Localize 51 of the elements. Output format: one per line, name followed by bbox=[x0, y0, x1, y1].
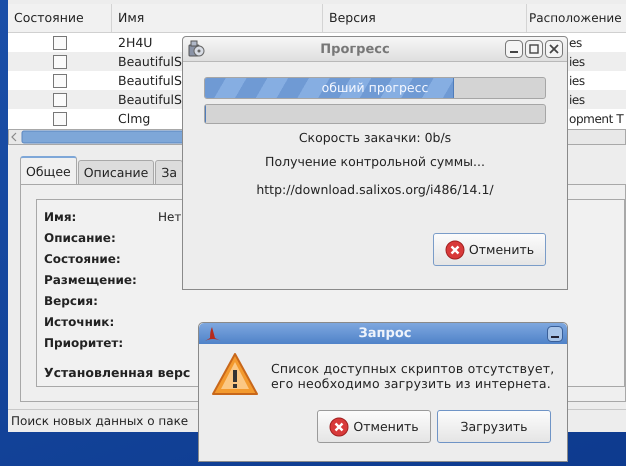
field-label: Версия: bbox=[44, 294, 99, 308]
field-label: Приоритет: bbox=[44, 336, 124, 350]
column-header[interactable]: Версия bbox=[323, 4, 527, 32]
status-text: Скорость закачки: 0b/s bbox=[298, 130, 452, 145]
table-cell: BeautifulS bbox=[118, 54, 182, 69]
table-cell: 2H4U bbox=[118, 35, 152, 50]
column-header[interactable]: Расположение bbox=[527, 4, 626, 32]
cancel-icon bbox=[329, 416, 350, 436]
field-label: Источник: bbox=[44, 314, 116, 328]
close-icon[interactable] bbox=[545, 40, 563, 58]
cancel-icon bbox=[444, 240, 465, 260]
status-text: http://download.salixos.org/i486/14.1/ bbox=[256, 182, 494, 197]
tab[interactable]: Описание bbox=[78, 160, 154, 184]
checkbox[interactable] bbox=[53, 74, 67, 88]
minimize-icon[interactable] bbox=[505, 40, 523, 58]
window-title: Запрос bbox=[358, 326, 412, 341]
tab[interactable]: Общее bbox=[20, 156, 77, 184]
checkbox[interactable] bbox=[53, 36, 67, 50]
field-label: Размещение: bbox=[44, 272, 138, 286]
warning-icon bbox=[211, 352, 259, 396]
download-button[interactable]: Загрузить bbox=[437, 410, 551, 443]
window-title: Прогресс bbox=[319, 42, 391, 56]
field-value: Нет bbox=[158, 210, 182, 224]
field-label: Состояние: bbox=[44, 252, 122, 266]
table-cell: BeautifulS bbox=[118, 92, 182, 107]
column-header[interactable]: Имя bbox=[112, 4, 323, 32]
cancel-button[interactable]: Отменить bbox=[433, 233, 546, 266]
table-cell: opment T bbox=[569, 112, 624, 126]
table-cell: ies bbox=[569, 74, 585, 88]
cancel-button[interactable]: Отменить bbox=[317, 410, 431, 443]
package-icon bbox=[187, 40, 205, 58]
column-header[interactable]: Состояние bbox=[8, 4, 112, 32]
table-cell: es bbox=[569, 36, 582, 50]
tab[interactable]: За bbox=[155, 160, 184, 184]
progress-label: обший прогресс bbox=[320, 80, 430, 95]
section-heading: Установленная верс bbox=[44, 365, 190, 380]
minimize-icon[interactable] bbox=[547, 326, 563, 342]
checkbox[interactable] bbox=[53, 92, 67, 106]
table-cell: ies bbox=[569, 54, 585, 68]
field-label: Описание: bbox=[44, 230, 117, 244]
status-text: Получение контрольной суммы... bbox=[265, 154, 485, 169]
checkbox[interactable] bbox=[53, 112, 67, 126]
field-label: Имя: bbox=[44, 210, 78, 224]
table-cell: ies bbox=[569, 92, 585, 106]
checkbox[interactable] bbox=[53, 54, 67, 68]
maximize-icon[interactable] bbox=[525, 40, 543, 58]
message-text: Список доступных скриптов отсутствует, bbox=[271, 361, 554, 376]
table-cell: BeautifulS bbox=[118, 73, 182, 88]
table-cell: Clmg bbox=[118, 111, 150, 126]
status-text: Поиск новых данных о паке bbox=[11, 414, 188, 428]
message-text: его необходимо загрузить из интернета. bbox=[271, 376, 552, 391]
